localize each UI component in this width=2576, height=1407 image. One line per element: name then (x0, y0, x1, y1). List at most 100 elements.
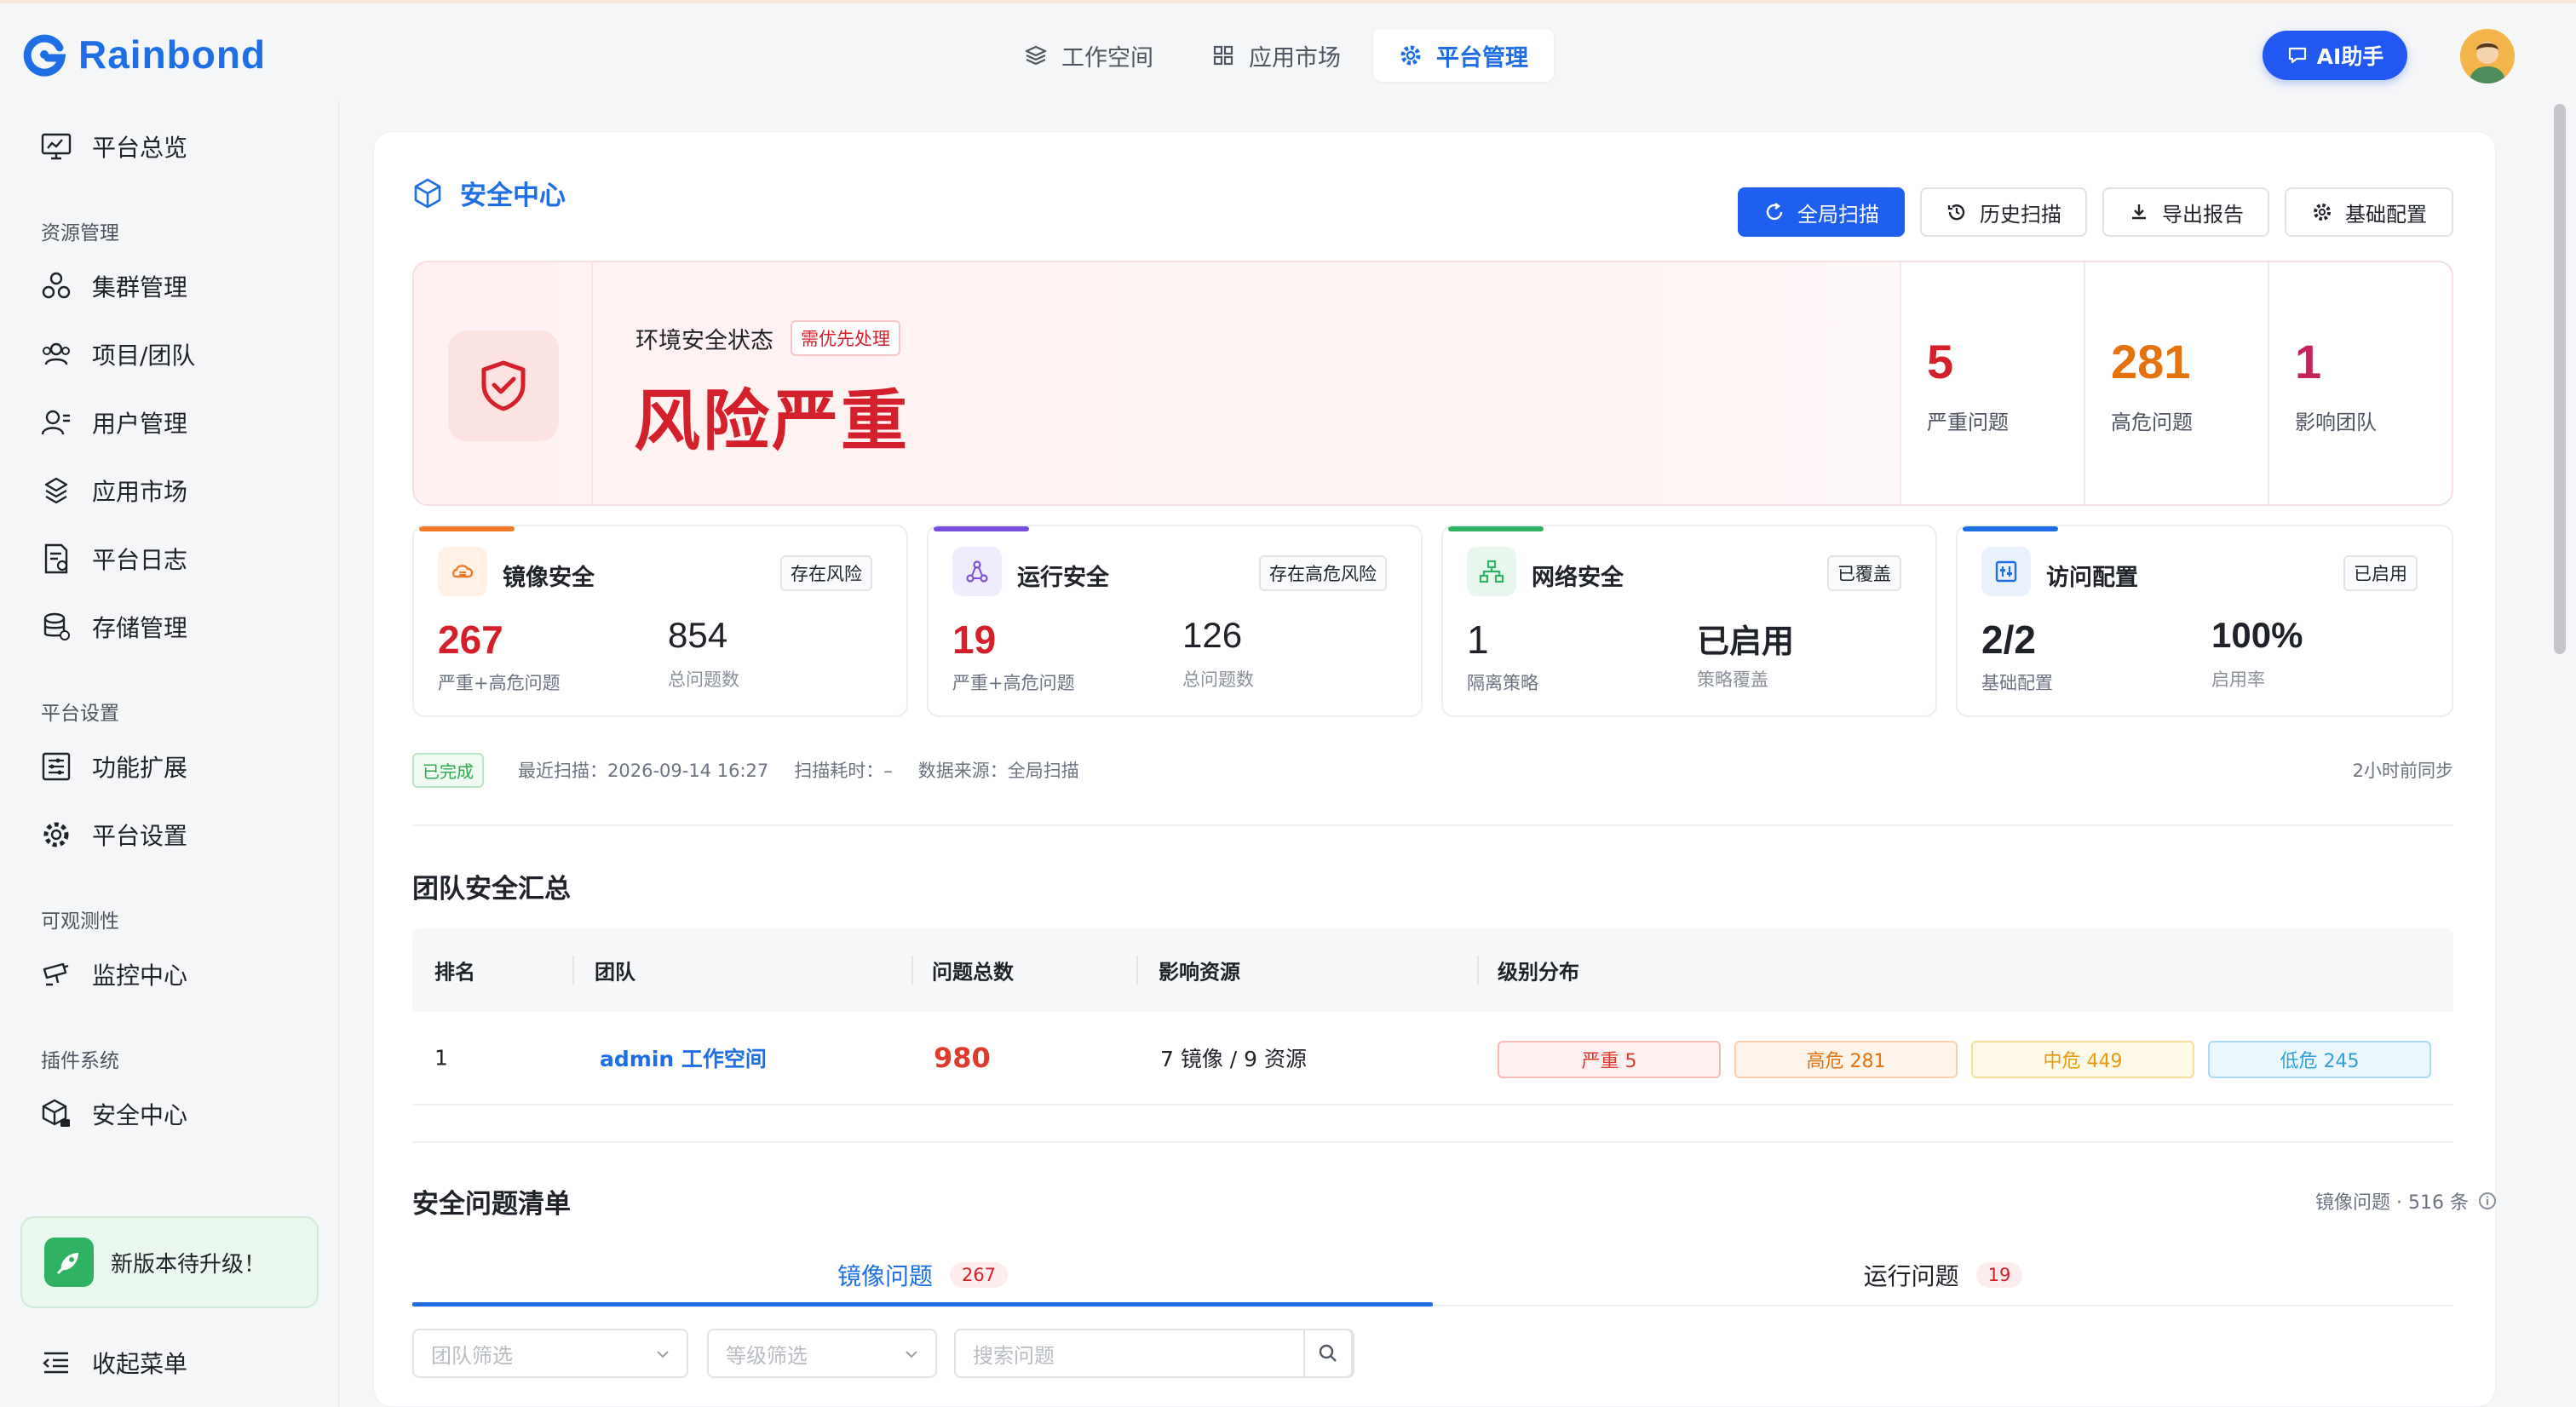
card-primary-label: 严重+高危问题 (438, 673, 561, 693)
global-scan-button[interactable]: 全局扫描 (1738, 187, 1905, 237)
tab-label: 镜像问题 (837, 1262, 933, 1290)
level-high-badge: 高危 281 (1734, 1041, 1958, 1078)
upgrade-label: 新版本待升级！ (111, 1251, 267, 1278)
sidebar-item-user[interactable]: 用户管理 (39, 397, 187, 448)
base-config-label: 基础配置 (2345, 202, 2427, 227)
col-team: 团队 (595, 960, 635, 985)
sidebar-group-observability: 可观测性 (41, 910, 119, 933)
rocket-icon (44, 1238, 94, 1287)
row-total: 980 (934, 1042, 991, 1074)
sidebar-item-overview[interactable]: 平台总览 (39, 121, 187, 172)
history-scan-button[interactable]: 历史扫描 (1920, 187, 2087, 237)
brand-name: Rainbond (78, 32, 267, 77)
stat-critical-value: 5 (1927, 335, 1954, 388)
row-rank: 1 (434, 1045, 448, 1071)
stat-teams[interactable]: 1 影响团队 (2268, 262, 2452, 504)
page-scrollbar[interactable] (2545, 100, 2576, 1407)
tab-app-market[interactable]: 应用市场 (1186, 29, 1366, 82)
col-separator (911, 956, 913, 985)
brand-logo[interactable]: Rainbond (22, 29, 266, 80)
sync-time: 2小时前同步 (2352, 761, 2453, 781)
tab-image-issues[interactable]: 镜像问题 267 (412, 1243, 1433, 1306)
team-filter-select[interactable]: 团队筛选 (412, 1329, 688, 1378)
dropbox-icon (44, 477, 68, 504)
info-icon[interactable] (2477, 1191, 2498, 1211)
tab-count-badge: 267 (949, 1262, 1009, 1288)
sitemap-icon (1467, 547, 1516, 596)
sidebar-item-storage[interactable]: 存储管理 (39, 601, 187, 652)
sidebar-item-monitor[interactable]: 监控中心 (39, 949, 187, 1000)
card-name: 网络安全 (1532, 565, 1624, 591)
base-config-button[interactable]: 基础配置 (2285, 187, 2453, 237)
risk-label: 环境安全状态 需优先处理 (635, 320, 900, 356)
card-status-tag: 已启用 (2343, 555, 2418, 591)
log-icon (44, 543, 68, 574)
scan-duration: 扫描耗时：– (794, 761, 893, 781)
rainbond-logo-icon (23, 34, 66, 77)
sidebar-item-label: 平台设置 (92, 822, 188, 850)
sidebar-item-label: 监控中心 (92, 962, 188, 990)
col-separator (1477, 956, 1479, 985)
team-link[interactable]: admin 工作空间 (600, 1042, 767, 1073)
chevron-down-icon (657, 1351, 669, 1358)
sidebar-item-log[interactable]: 平台日志 (39, 533, 187, 584)
team-icon (43, 342, 70, 365)
card-secondary-label: 总问题数 (668, 669, 739, 690)
collapse-icon (43, 1352, 68, 1374)
sidebar-item-label: 用户管理 (92, 410, 188, 438)
export-report-button[interactable]: 导出报告 (2102, 187, 2269, 237)
card-secondary-label: 总问题数 (1182, 669, 1254, 690)
card-runtime-security[interactable]: 运行安全 存在高危风险 19 严重+高危问题 126 总问题数 (927, 525, 1423, 717)
top-bar: Rainbond 工作空间 应用市场 平台管理 AI助手 (0, 0, 2576, 100)
user-avatar[interactable] (2460, 29, 2515, 83)
card-status-tag: 存在风险 (780, 555, 872, 591)
card-name: 运行安全 (1017, 565, 1109, 591)
card-accent (934, 526, 1029, 531)
sidebar-item-settings[interactable]: 平台设置 (39, 809, 187, 860)
table-row[interactable]: 1 admin 工作空间 980 7 镜像 / 9 资源 严重 5 高危 281… (412, 1012, 2453, 1106)
sidebar-item-label: 存储管理 (92, 614, 188, 642)
search-input[interactable]: 搜索问题 (954, 1329, 1354, 1378)
sidebar-item-label: 平台日志 (92, 546, 188, 574)
col-resources: 影响资源 (1159, 960, 1240, 985)
stat-critical[interactable]: 5 严重问题 (1900, 262, 2084, 504)
camera-icon (43, 962, 69, 986)
card-accent (1448, 526, 1544, 531)
tab-platform-admin-label: 平台管理 (1436, 44, 1528, 72)
sidebar-item-team[interactable]: 项目/团队 (39, 329, 195, 380)
row-resources: 7 镜像 / 9 资源 (1160, 1047, 1308, 1071)
col-separator (1136, 956, 1138, 985)
sidebar-item-label: 功能扩展 (92, 754, 188, 782)
collapse-menu-button[interactable]: 收起菜单 (39, 1337, 187, 1388)
database-icon (43, 612, 70, 640)
layers-icon (1025, 45, 1047, 66)
stat-high[interactable]: 281 高危问题 (2084, 262, 2268, 504)
card-network-security[interactable]: 网络安全 已覆盖 1 隔离策略 已启用 策略覆盖 (1441, 525, 1937, 717)
tab-platform-admin[interactable]: 平台管理 (1373, 29, 1554, 82)
card-accent (1963, 526, 2058, 531)
settings-panel-icon (1981, 547, 2031, 596)
ai-assistant-button[interactable]: AI助手 (2263, 31, 2407, 80)
card-secondary-value: 已启用 (1697, 623, 1795, 660)
card-primary-value: 19 (952, 617, 997, 662)
card-access-config[interactable]: 访问配置 已启用 2/2 基础配置 100% 启用率 (1956, 525, 2453, 717)
level-filter-select[interactable]: 等级筛选 (707, 1329, 937, 1378)
sidebar-item-extension[interactable]: 功能扩展 (39, 741, 187, 792)
scan-info-row: 已完成 最近扫描：2026-09-14 16:27 扫描耗时：– 数据来源：全局… (412, 752, 2453, 788)
risk-level: 风险严重 (634, 383, 911, 460)
sidebar-item-market[interactable]: 应用市场 (39, 465, 187, 516)
sidebar-item-label: 安全中心 (92, 1101, 188, 1129)
tab-runtime-issues[interactable]: 运行问题 19 (1433, 1243, 2453, 1306)
network-nodes-icon (952, 547, 1002, 596)
team-summary-title: 团队安全汇总 (412, 874, 571, 904)
sidebar-item-cluster[interactable]: 集群管理 (39, 261, 187, 312)
page-title-text: 安全中心 (460, 181, 566, 211)
scrollbar-thumb[interactable] (2554, 104, 2566, 654)
search-button[interactable] (1303, 1329, 1353, 1378)
tab-workspace[interactable]: 工作空间 (998, 29, 1179, 82)
gear-icon (2314, 204, 2331, 221)
card-image-security[interactable]: 镜像安全 存在风险 267 严重+高危问题 854 总问题数 (412, 525, 908, 717)
sidebar-group-settings: 平台设置 (41, 703, 119, 725)
upgrade-banner[interactable]: 新版本待升级！ (20, 1216, 319, 1308)
sidebar-item-security[interactable]: 安全中心 (39, 1088, 187, 1140)
